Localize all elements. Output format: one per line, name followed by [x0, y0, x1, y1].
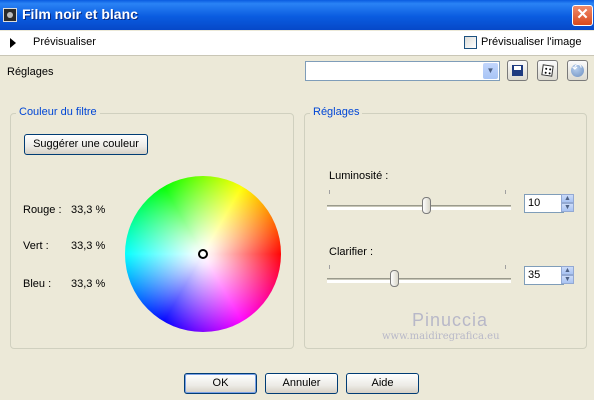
slider-tick	[329, 265, 330, 269]
chevron-down-icon[interactable]: ▼	[483, 63, 498, 79]
red-value: 33,3 %	[71, 204, 106, 216]
spin-down-icon[interactable]: ▼	[561, 203, 574, 212]
close-button[interactable]: ✕	[572, 5, 593, 26]
clarify-slider-track[interactable]	[327, 278, 511, 283]
expand-triangle-icon[interactable]	[10, 38, 16, 48]
brightness-spinner[interactable]: ▲ ▼	[561, 194, 574, 213]
cancel-button[interactable]: Annuler	[265, 373, 338, 394]
settings-group-title: Réglages	[310, 106, 363, 118]
title-bar: Film noir et blanc ✕	[0, 0, 594, 30]
save-preset-button[interactable]	[507, 60, 528, 81]
blue-value: 33,3 %	[71, 278, 106, 290]
spin-down-icon[interactable]: ▼	[561, 275, 574, 284]
window-title: Film noir et blanc	[22, 6, 138, 22]
app-icon	[3, 8, 17, 22]
help-label: Aide	[371, 377, 394, 389]
ok-button[interactable]: OK	[184, 373, 257, 394]
save-icon	[512, 65, 523, 76]
reset-button[interactable]	[567, 60, 588, 81]
brightness-slider-track[interactable]	[327, 205, 511, 210]
preview-label[interactable]: Prévisualiser	[33, 36, 96, 48]
watermark-url: www.maidiregrafica.eu	[382, 331, 500, 342]
color-wheel-marker[interactable]	[198, 249, 208, 259]
suggest-color-label: Suggérer une couleur	[33, 138, 139, 150]
close-icon: ✕	[576, 6, 589, 23]
slider-tick	[329, 190, 330, 194]
brightness-slider-thumb[interactable]	[421, 197, 431, 214]
spin-up-icon[interactable]: ▲	[561, 266, 574, 275]
presets-label: Réglages	[7, 66, 54, 78]
suggest-color-button[interactable]: Suggérer une couleur	[24, 134, 148, 155]
clarify-label: Clarifier :	[329, 246, 374, 258]
brightness-input[interactable]: 10	[524, 194, 564, 213]
green-label: Vert :	[23, 240, 49, 252]
preview-row: Prévisualiser Prévisualiser l'image	[0, 31, 594, 56]
clarify-spinner[interactable]: ▲ ▼	[561, 266, 574, 285]
dice-icon	[541, 64, 554, 77]
presets-dropdown[interactable]: ▼	[305, 61, 500, 81]
slider-tick	[505, 265, 506, 269]
clarify-input[interactable]: 35	[524, 266, 564, 285]
green-value: 33,3 %	[71, 240, 106, 252]
brightness-label: Luminosité :	[329, 170, 389, 182]
presets-row: Réglages ▼	[0, 58, 594, 87]
preview-image-label[interactable]: Prévisualiser l'image	[481, 36, 582, 48]
clarify-slider-thumb[interactable]	[390, 270, 399, 287]
blue-label: Bleu :	[23, 278, 52, 290]
reset-icon	[571, 61, 584, 77]
filter-color-group-title: Couleur du filtre	[16, 106, 100, 118]
ok-label: OK	[212, 377, 229, 389]
slider-tick	[505, 190, 506, 194]
cancel-label: Annuler	[282, 377, 321, 389]
spin-up-icon[interactable]: ▲	[561, 194, 574, 203]
red-label: Rouge :	[23, 204, 62, 216]
preview-image-checkbox[interactable]	[464, 36, 477, 49]
help-button[interactable]: Aide	[346, 373, 419, 394]
watermark-name: Pinuccia	[412, 310, 489, 330]
random-button[interactable]	[537, 60, 558, 81]
